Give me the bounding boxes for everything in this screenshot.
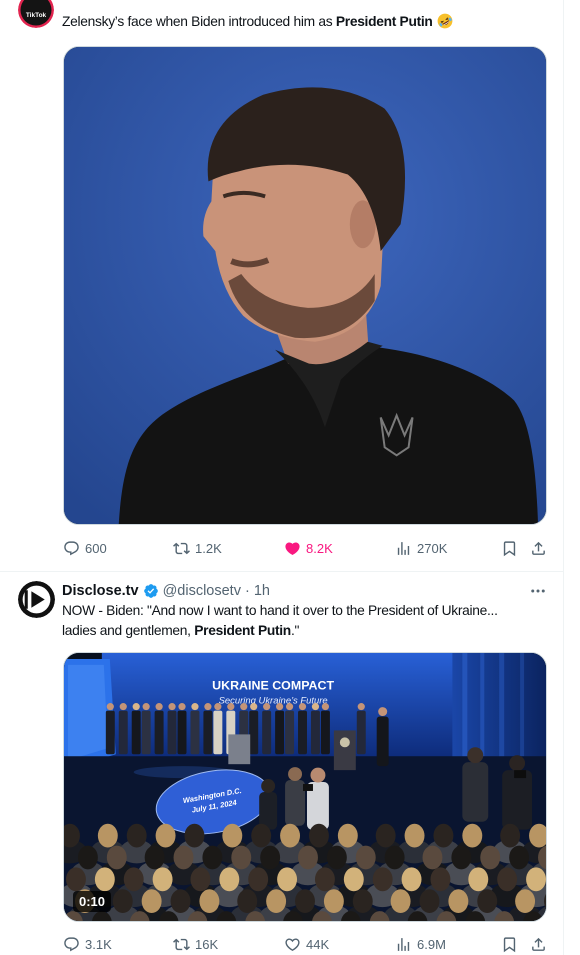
stage-person [320,703,330,755]
more-options-button[interactable] [529,582,547,600]
rofl-emoji-icon [437,13,453,29]
repost-count: 1.2K [195,540,222,556]
stage-person [141,703,151,755]
views-button[interactable]: 6.9M [395,935,446,953]
views-count: 270K [417,540,448,556]
like-button[interactable]: 44K [284,935,329,953]
repost-count: 16K [195,936,219,952]
column-border [563,0,564,955]
disclose-tv-logo-icon [18,581,55,618]
bookmark-button[interactable] [501,539,518,557]
lectern-left [228,734,251,765]
verified-badge-icon [143,583,159,599]
backdrop-subtitle: Securing Ukraine’s Future [219,696,328,707]
stage-person [275,703,285,755]
bookmark-icon [503,540,516,556]
podium [333,730,356,771]
views-button[interactable]: 270K [395,539,447,557]
share-button[interactable] [530,539,547,557]
repost-icon [173,938,190,950]
like-button[interactable]: 8.2K [284,539,333,557]
avatar[interactable]: TikTok [18,0,54,28]
stage-person [262,703,272,755]
heart-filled-icon [285,541,300,555]
share-icon [532,937,545,951]
stage-person [249,703,259,755]
tweet-image[interactable] [63,46,547,525]
stage-person [190,703,200,755]
bookmark-icon [503,936,516,952]
tweet-text-tail: ." [290,623,300,638]
presidential-seal [339,737,350,748]
tweet-text: Zelensky’s face when Biden introduced hi… [62,12,554,32]
tweet-text-line-1: NOW - Biden: "And now I want to hand it … [62,601,554,621]
author-handle[interactable]: @disclosetv [163,582,241,600]
tweet-text-bold: President Putin [335,14,433,29]
stage-person [105,703,115,755]
meta-separator: · [244,583,250,599]
views-icon [397,937,410,951]
like-count: 8.2K [306,540,333,556]
stage-person [310,703,320,755]
tweet-text-body: ladies and gentlemen, [62,623,195,638]
tiktok-avatar-logo: TikTok [18,0,54,28]
reply-icon [64,936,79,951]
heart-icon [285,937,300,951]
views-icon [397,541,410,555]
reply-button[interactable]: 600 [63,539,107,557]
stage-person [177,703,187,755]
like-count: 44K [306,936,330,952]
repost-button[interactable]: 1.2K [173,539,222,557]
author-name[interactable]: Disclose.tv [62,582,139,600]
stage-person [213,703,223,755]
reply-button[interactable]: 3.1K [63,935,112,953]
author-row: Disclose.tv @disclosetv · 1h [62,582,270,600]
stage-person [154,703,164,755]
timeline: TikTok Zelensky’s face when Biden introd… [0,0,580,955]
avatar[interactable] [18,581,55,618]
repost-button[interactable]: 16K [173,935,218,953]
reply-icon [64,540,79,555]
tweet-text-body: Zelensky’s face when Biden introduced hi… [62,14,336,29]
share-button[interactable] [530,935,547,953]
stage-person [203,703,213,755]
zelensky-photo [64,47,546,524]
post-time[interactable]: 1h [254,582,270,600]
repost-icon [173,542,190,554]
stage-person [356,703,366,755]
stage-person [298,703,307,755]
views-count: 6.9M [417,936,446,952]
stage-person [118,703,128,755]
tweet-text-bold: President Putin [194,623,291,638]
stage-person [167,703,177,755]
tweet-video[interactable]: UKRAINE COMPACT Securing Ukraine’s Futur… [63,652,547,922]
video-frame: UKRAINE COMPACT Securing Ukraine’s Futur… [64,653,546,921]
bookmark-button[interactable] [501,935,518,953]
share-icon [532,541,545,555]
reply-count: 3.1K [85,936,112,952]
avatar-logo-text: TikTok [26,12,47,19]
stage-person [131,703,141,755]
backdrop-title: UKRAINE COMPACT [212,679,334,693]
reply-count: 600 [85,540,107,556]
tweet-divider [0,571,563,572]
tweet-text-line-2: ladies and gentlemen, President Putin." [62,621,554,641]
stage-person [285,703,295,755]
more-icon [531,589,545,593]
video-duration-badge: 0:10 [73,891,112,912]
tweet-text-body: NOW - Biden: "And now I want to hand it … [62,603,498,618]
